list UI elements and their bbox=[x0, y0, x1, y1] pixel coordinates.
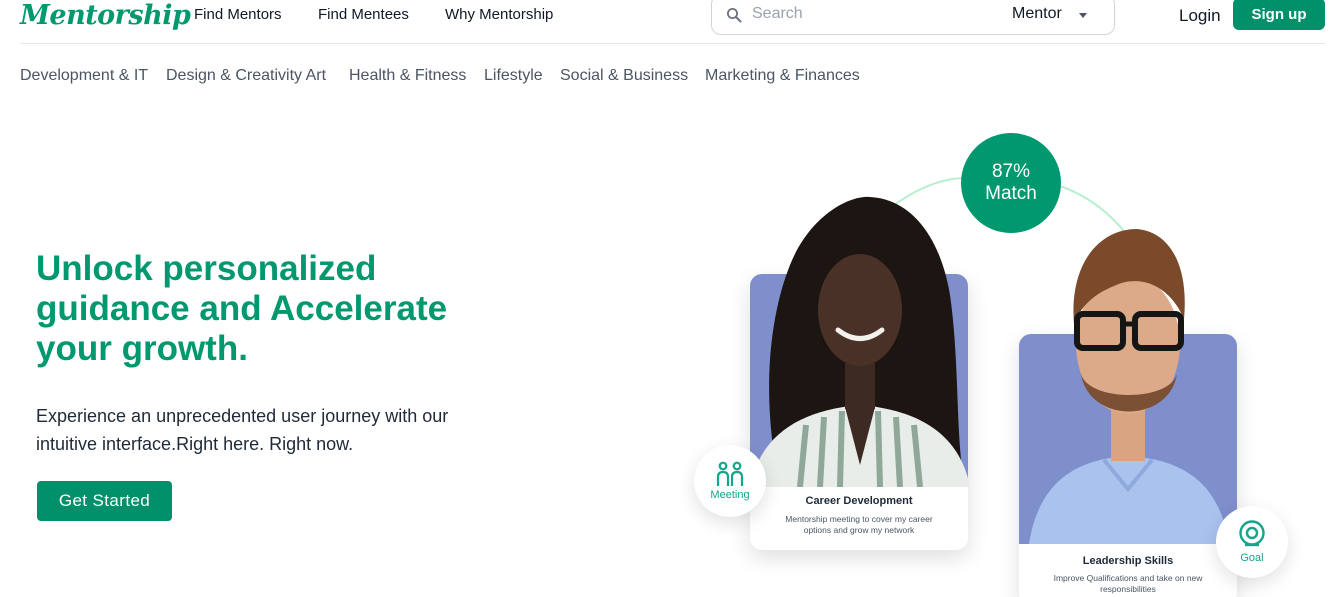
man-figure bbox=[1029, 229, 1229, 544]
target-icon bbox=[1239, 520, 1265, 547]
woman-figure bbox=[750, 196, 970, 487]
card-title: Career Development bbox=[805, 495, 913, 507]
card-title: Leadership Skills bbox=[1082, 555, 1174, 567]
card-description-line: options and grow my network bbox=[803, 525, 915, 535]
goal-label: Goal bbox=[1240, 552, 1264, 564]
people-icon bbox=[716, 461, 744, 486]
match-label: Match bbox=[985, 183, 1037, 204]
card-description-line: Improve Qualifications and take on new bbox=[1053, 573, 1203, 583]
card-description-line: responsibilities bbox=[1100, 584, 1156, 594]
goal-badge: Goal bbox=[1216, 506, 1288, 578]
card-description: Mentorship meeting to cover my career op… bbox=[768, 514, 950, 536]
meeting-label: Meeting bbox=[710, 489, 750, 501]
card-description: Improve Qualifications and take on new r… bbox=[1037, 573, 1219, 595]
meeting-badge: Meeting bbox=[694, 445, 766, 517]
card-description-line: Mentorship meeting to cover my career bbox=[785, 514, 933, 524]
match-percent: 87% bbox=[991, 161, 1031, 182]
